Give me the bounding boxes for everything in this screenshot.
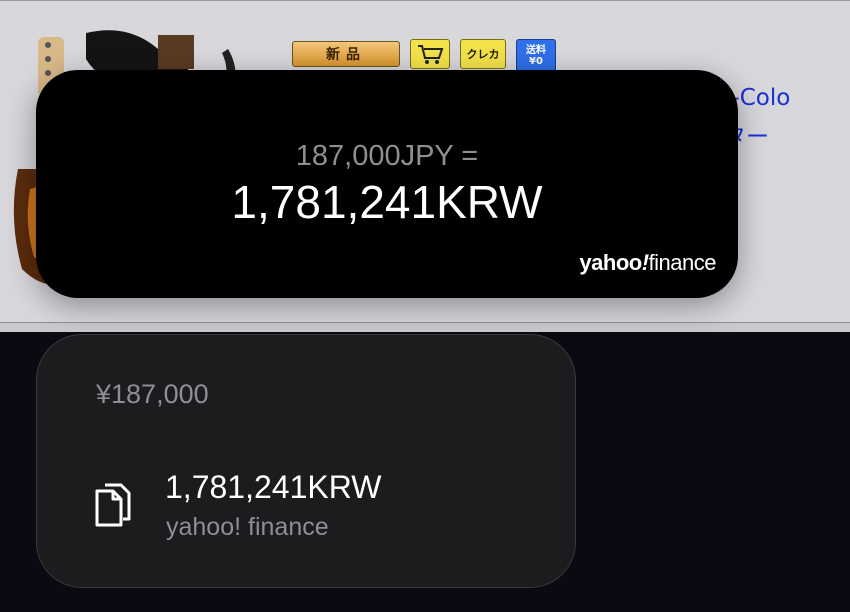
web-page-divider — [0, 322, 850, 332]
conversion-query: 187,000JPY = — [295, 140, 479, 172]
shopping-cart-icon — [410, 39, 450, 69]
currency-conversion-popup[interactable]: 187,000JPY = 1,781,241KRW yahoo!finance — [36, 70, 738, 298]
free-shipping-badge: 送料 ¥0 — [516, 39, 556, 73]
new-item-badge: 新品 — [292, 41, 400, 67]
copy-result-card[interactable]: ¥187,000 1,781,241KRW yahoo! finance — [36, 334, 576, 588]
copy-document-icon[interactable] — [93, 481, 133, 529]
yahoo-finance-logo: yahoo!finance — [579, 250, 716, 275]
source-amount: ¥187,000 — [96, 379, 209, 409]
credit-card-badge: クレカ — [460, 39, 506, 69]
provider-label: yahoo! finance — [166, 513, 329, 541]
conversion-result: 1,781,241KRW — [231, 176, 543, 228]
copy-value: 1,781,241KRW — [165, 469, 382, 505]
